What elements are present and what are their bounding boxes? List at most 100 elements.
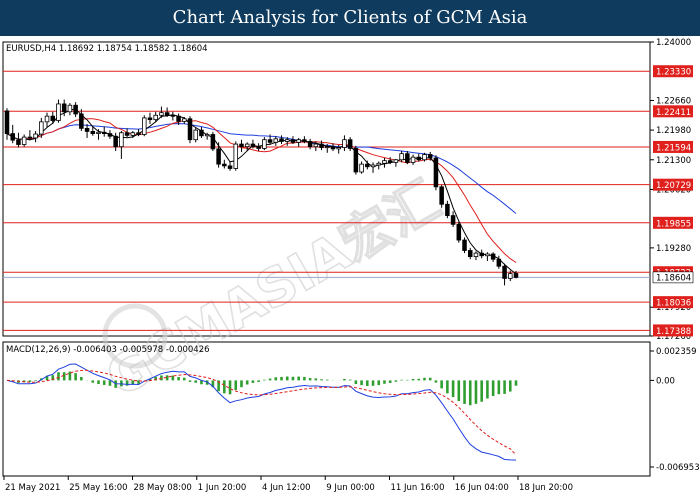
candle-bull [325, 146, 330, 149]
level-tag-label: 1.23330 [656, 68, 691, 78]
macd-title: MACD(12,26,9) -0.006403 -0.005978 -0.000… [6, 345, 210, 355]
candle-bear [302, 139, 307, 142]
candle-bull [284, 139, 290, 142]
candle-bull [376, 162, 382, 166]
time-tick-label: 28 May 08:00 [134, 483, 192, 493]
candle-bull [313, 143, 319, 148]
candle-bear [330, 146, 336, 150]
candle-bull [296, 139, 301, 143]
candle-bear [216, 148, 221, 165]
candle-bear [136, 132, 141, 135]
candle-bear [199, 129, 204, 137]
candle-bull [182, 118, 187, 122]
candle-bear [107, 133, 113, 137]
price-tick-label: 1.21300 [656, 156, 691, 166]
candle-bull [233, 143, 239, 169]
time-tick-label: 1 Jun 20:00 [198, 483, 247, 493]
candle-bull [410, 156, 416, 163]
price-tick-label: 1.22660 [656, 96, 691, 106]
candle-bear [267, 139, 273, 143]
candle-bull [508, 273, 513, 279]
candle-bear [164, 112, 170, 116]
level-tag-label: 1.20729 [656, 181, 691, 191]
candle-bear [405, 153, 410, 163]
candle-bull [96, 131, 101, 135]
candle-bear [279, 138, 284, 142]
level-tag-label: 1.19855 [656, 219, 691, 229]
candle-bear [250, 143, 256, 148]
candle-bear [50, 115, 56, 121]
candle-bear [433, 157, 439, 188]
time-tick-label: 16 Jun 04:00 [455, 483, 509, 493]
level-tag-label: 1.17388 [656, 327, 691, 337]
current-price-label: 1.18604 [656, 273, 691, 283]
time-tick-label: 25 May 16:00 [69, 483, 127, 493]
candle-bear [467, 250, 473, 258]
candle-bull [336, 147, 341, 150]
candle-bear [456, 223, 462, 241]
candle-bear [10, 133, 15, 141]
price-tick-label: 1.21980 [656, 126, 691, 136]
level-tag-label: 1.18036 [656, 299, 691, 309]
candle-bear [416, 156, 422, 161]
candle-bear [445, 203, 450, 217]
page-title: Chart Analysis for Clients of GCM Asia [0, 0, 700, 36]
macd-tick-label: 0.00 [656, 376, 675, 386]
candle-bull [39, 121, 44, 135]
candle-bear [90, 131, 96, 135]
price-chart: GCMASIA宏汇 1.240001.226601.219801.213001.… [2, 38, 700, 493]
level-tags: 1.233301.224111.215941.207291.198551.187… [652, 65, 694, 337]
candle-bear [176, 115, 181, 122]
candle-bear [170, 114, 176, 117]
candle-bear [227, 165, 233, 169]
time-tick-label: 18 Jun 20:00 [519, 483, 573, 493]
candle-bear [16, 139, 21, 145]
time-tick-label: 11 Jun 16:00 [391, 483, 445, 493]
candle-bull [382, 160, 387, 164]
candle-bear [210, 134, 216, 150]
candle-bear [84, 127, 90, 132]
candle-bull [141, 117, 147, 135]
candle-bear [79, 113, 84, 129]
candle-bear [387, 160, 393, 163]
candle-bear [319, 143, 324, 148]
candle-bear [513, 273, 519, 278]
macd-tick-label: -0.006953 [656, 463, 700, 473]
candle-bull [119, 132, 124, 148]
candle-bull [399, 153, 404, 161]
level-tag-label: 1.22411 [656, 108, 691, 118]
time-tick-label: 9 Jun 00:00 [326, 483, 375, 493]
candle-bear [347, 139, 353, 149]
candle-bull [56, 103, 61, 121]
candle-bull [473, 252, 479, 258]
candle-bear [222, 163, 227, 167]
candle-bear [187, 118, 193, 141]
candle-bull [422, 154, 427, 161]
candle-bull [193, 129, 198, 141]
candle-bull [159, 112, 164, 116]
candle-bull [273, 138, 279, 143]
time-tick-label: 4 Jun 12:00 [262, 483, 311, 493]
candle-bear [479, 252, 484, 257]
macd-tick-label: 0.002359 [656, 347, 697, 357]
candle-bear [290, 139, 296, 143]
level-tag-label: 1.21594 [656, 143, 691, 153]
candle-bear [147, 117, 153, 121]
candle-bear [256, 146, 261, 149]
candle-bear [239, 143, 244, 148]
candle-bear [490, 253, 496, 260]
candle-bear [101, 131, 107, 135]
candle-bull [204, 134, 210, 137]
candle-bear [427, 154, 433, 159]
candle-bull [33, 133, 38, 139]
candle-bear [439, 186, 444, 205]
candle-bear [61, 103, 67, 113]
candle-bear [73, 104, 78, 115]
candle-bear [450, 215, 456, 225]
candle-bear [4, 110, 10, 135]
candle-bull [67, 104, 73, 113]
candle-bull [393, 159, 399, 163]
candle-bear [124, 132, 130, 136]
candle-bear [27, 136, 33, 139]
candle-bear [502, 265, 507, 279]
